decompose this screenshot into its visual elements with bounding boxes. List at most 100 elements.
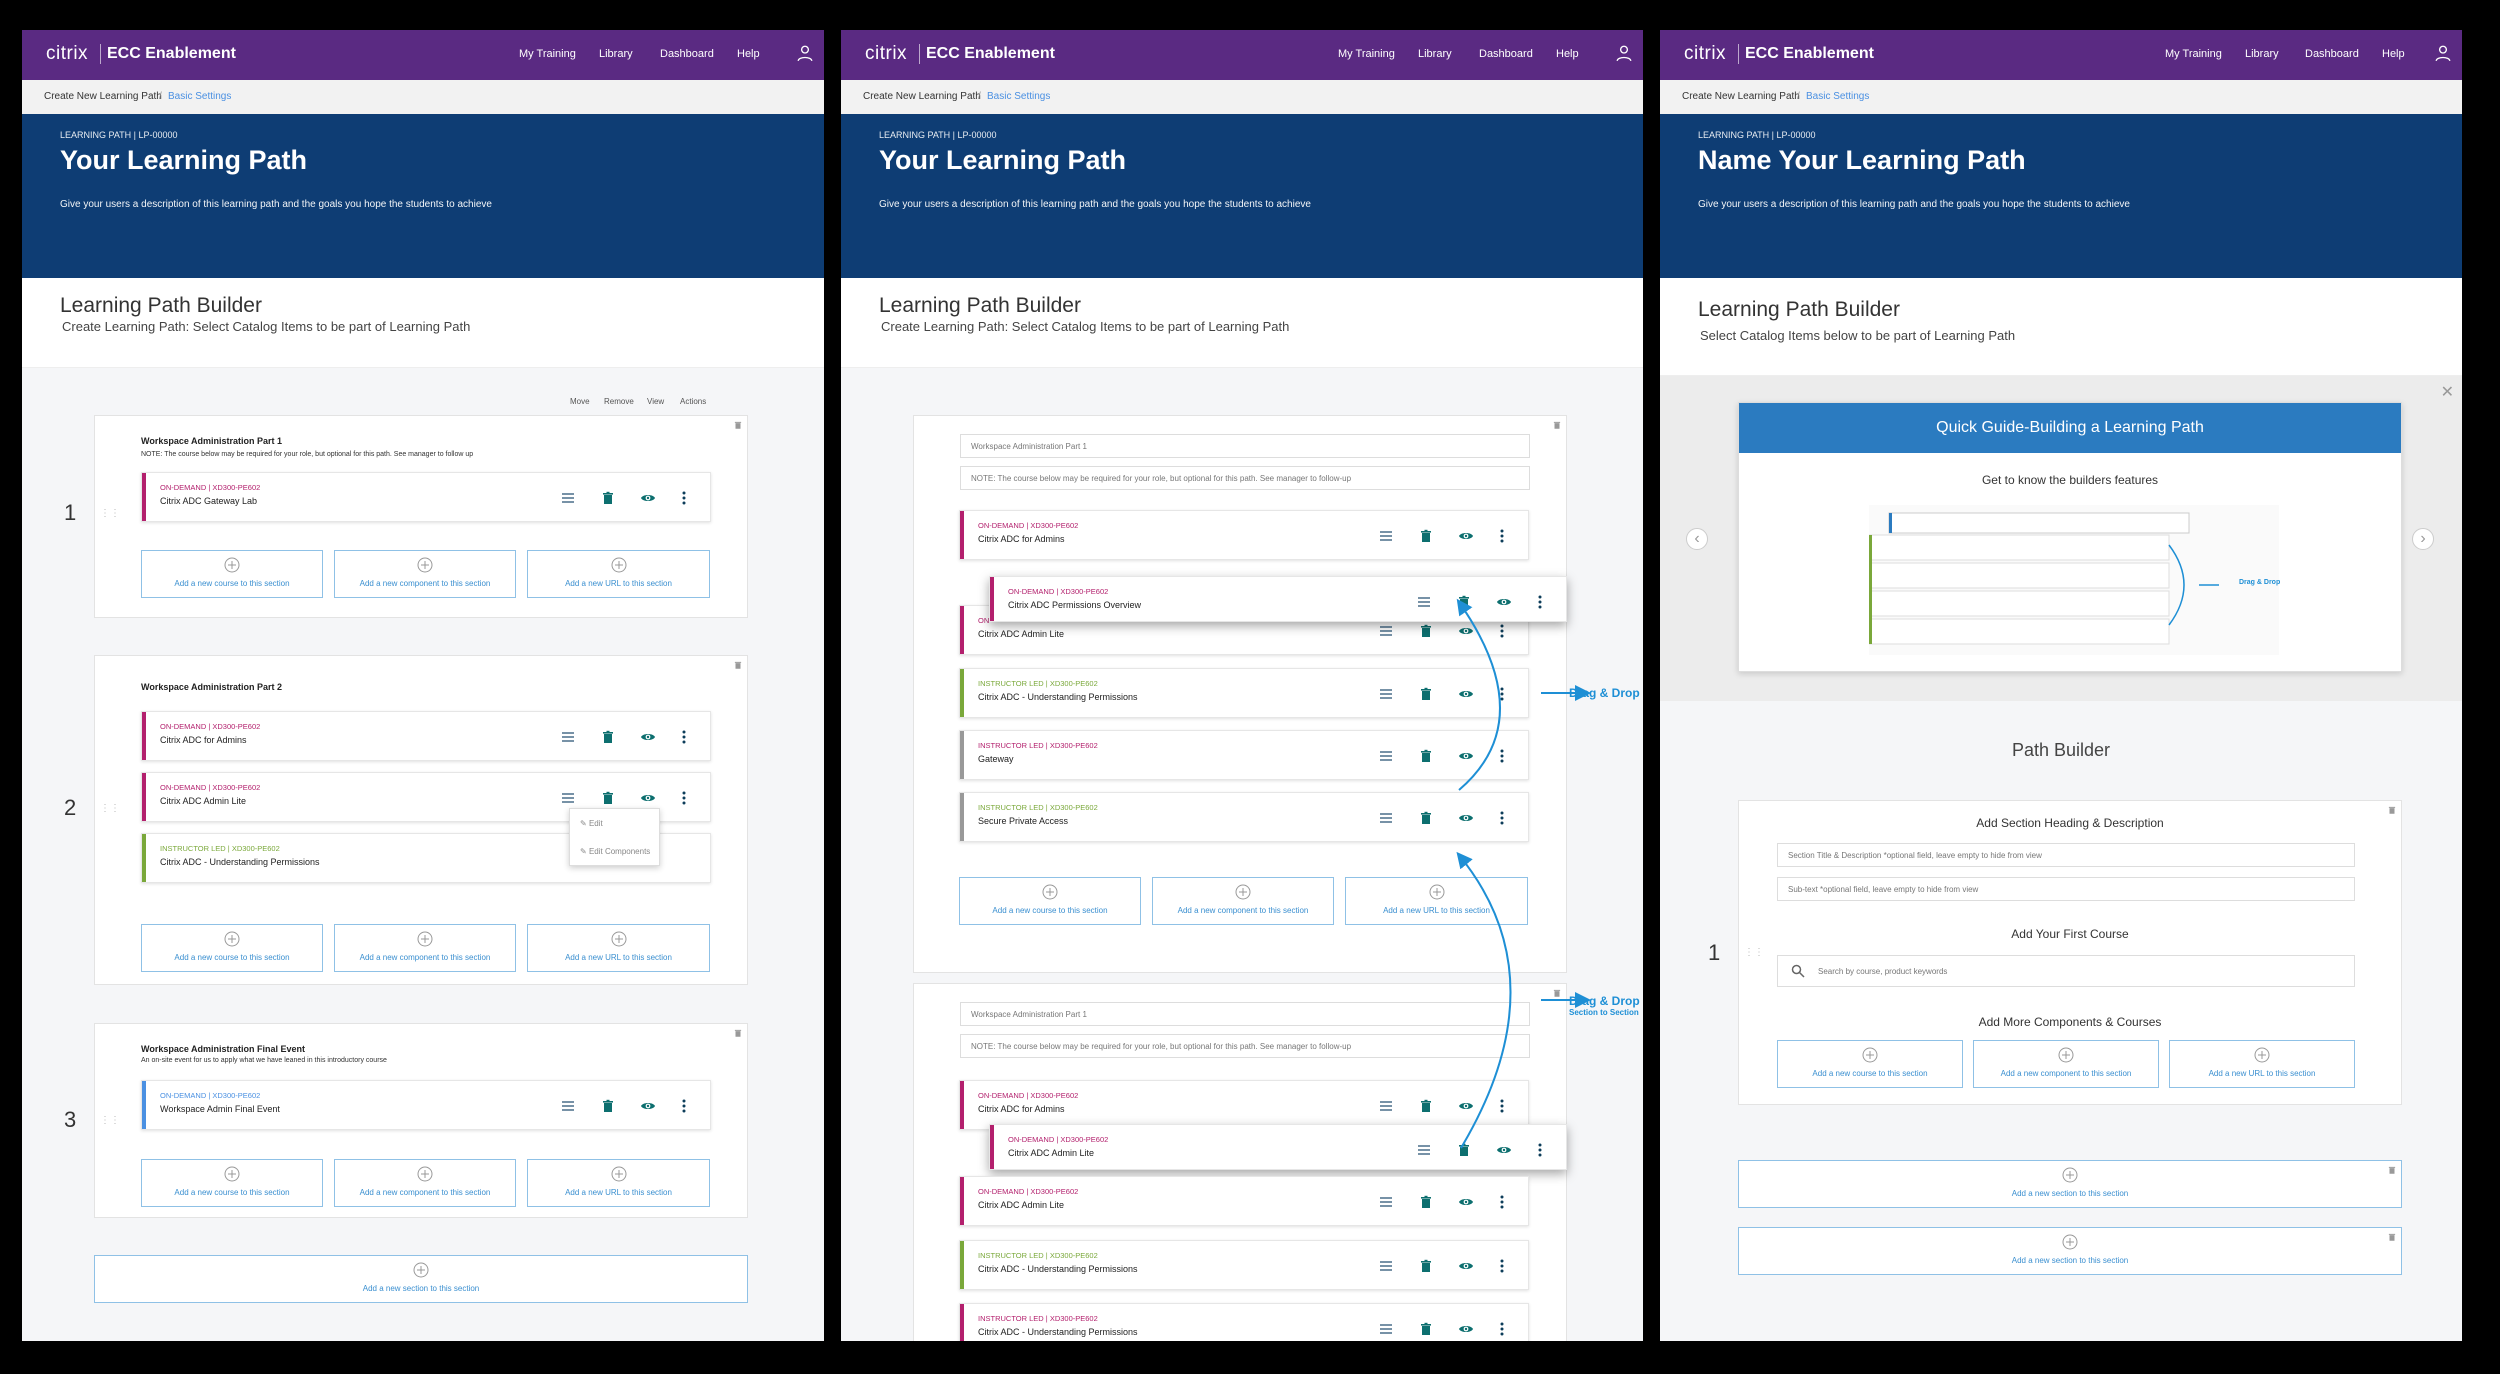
search-icon: [1791, 964, 1805, 978]
drag-handle-icon[interactable]: ⋮⋮: [100, 803, 120, 814]
citrix-logo[interactable]: citrix: [46, 43, 88, 65]
delete-section-icon[interactable]: [2387, 1165, 2397, 1175]
plus-icon: [2058, 1047, 2074, 1063]
quick-guide-card: Quick Guide-Building a Learning Path Get…: [1738, 402, 2402, 672]
course-title: Workspace Admin Final Event: [160, 1104, 280, 1114]
section-1: Workspace Administration Part 1 NOTE: Th…: [94, 415, 748, 618]
card-actions: [561, 791, 686, 805]
nav-library[interactable]: Library: [599, 48, 633, 60]
course-title: Citrix ADC Admin Lite: [160, 796, 247, 806]
type-bar: [142, 473, 146, 521]
search-placeholder: Search by course, product keywords: [1818, 967, 1948, 976]
add-course-button[interactable]: Add a new course to this section: [141, 924, 323, 972]
drag-handle-icon[interactable]: ⋮⋮: [100, 508, 120, 519]
add-component-button[interactable]: Add a new component to this section: [334, 924, 516, 972]
section-title: Workspace Administration Part 2: [141, 682, 283, 692]
nav-dashboard[interactable]: Dashboard: [2305, 48, 2359, 60]
add-course-button[interactable]: Add a new course to this section: [141, 550, 323, 598]
add-component-label: Add a new component to this section: [359, 953, 491, 962]
add-url-label: Add a new URL to this section: [565, 1188, 672, 1197]
page-description: Give your users a description of this le…: [60, 199, 492, 210]
top-nav: citrix ECC Enablement My Training Librar…: [1660, 30, 2462, 80]
delete-section-icon[interactable]: [733, 420, 743, 430]
delete-section-icon[interactable]: [733, 660, 743, 670]
brand-name[interactable]: ECC Enablement: [1745, 45, 1874, 63]
add-section-button[interactable]: Add a new section to this section: [94, 1255, 748, 1303]
breadcrumb-basic-settings[interactable]: Basic Settings: [1806, 91, 1869, 102]
hero-banner: LEARNING PATH | LP-00000 Name Your Learn…: [1660, 114, 2462, 278]
section-title: Workspace Administration Final Event: [141, 1044, 306, 1054]
section-1: Add Section Heading & Description Sectio…: [1738, 800, 2402, 1105]
menu-item-edit-components[interactable]: ✎ Edit Components: [580, 847, 650, 856]
drag-handle-icon[interactable]: ⋮⋮: [1744, 947, 1764, 958]
course-card[interactable]: ON-DEMAND | XD300-PE602 Workspace Admin …: [141, 1080, 711, 1130]
plus-icon: [417, 1166, 433, 1182]
nav-my-training[interactable]: My Training: [2165, 48, 2222, 60]
nav-help[interactable]: Help: [737, 48, 760, 60]
course-title: Citrix ADC for Admins: [160, 735, 247, 745]
course-code: ON-DEMAND | XD300-PE602: [160, 1091, 261, 1100]
builder-title: Learning Path Builder: [60, 294, 262, 317]
plus-icon: [417, 931, 433, 947]
add-url-button[interactable]: Add a new URL to this section: [527, 550, 710, 598]
delete-section-icon[interactable]: [2387, 805, 2397, 815]
course-card[interactable]: ON-DEMAND | XD300-PE602 Citrix ADC for A…: [141, 711, 711, 761]
add-component-button[interactable]: Add a new component to this section: [334, 550, 516, 598]
plus-icon: [2062, 1167, 2078, 1183]
builder-title: Learning Path Builder: [1698, 298, 1900, 321]
path-id: LEARNING PATH | LP-00000: [60, 130, 178, 140]
delete-section-icon[interactable]: [2387, 1232, 2397, 1242]
section-3: Workspace Administration Final Event An …: [94, 1023, 748, 1218]
course-title: Citrix ADC Gateway Lab: [160, 496, 258, 506]
brand-name[interactable]: ECC Enablement: [107, 45, 236, 63]
delete-section-icon[interactable]: [733, 1028, 743, 1038]
user-icon[interactable]: [796, 44, 814, 62]
add-section-label: Add a new section to this section: [362, 1284, 480, 1293]
plus-icon: [224, 1166, 240, 1182]
section-title-input[interactable]: Section Title & Description *optional fi…: [1777, 843, 2355, 867]
page-title: Name Your Learning Path: [1698, 145, 2026, 175]
card-actions-menu: ✎ Edit ✎ Edit Components: [569, 808, 660, 866]
menu-item-edit[interactable]: ✎ Edit: [580, 819, 603, 828]
add-url-button[interactable]: Add a new URL to this section: [527, 1159, 710, 1207]
breadcrumb: Create New Learning Path / Basic Setting…: [22, 80, 824, 114]
breadcrumb-separator: /: [159, 91, 162, 102]
add-url-label: Add a new URL to this section: [2208, 1069, 2316, 1078]
drag-handle-icon[interactable]: ⋮⋮: [100, 1115, 120, 1126]
nav-library[interactable]: Library: [2245, 48, 2279, 60]
legend-remove: Remove: [604, 397, 634, 406]
close-icon[interactable]: ✕: [2441, 382, 2454, 402]
nav-dashboard[interactable]: Dashboard: [660, 48, 714, 60]
breadcrumb-create[interactable]: Create New Learning Path: [44, 91, 162, 102]
breadcrumb-create[interactable]: Create New Learning Path: [1682, 91, 1800, 102]
add-course-label: Add a new course to this section: [174, 579, 290, 588]
hero-banner: LEARNING PATH | LP-00000 Your Learning P…: [22, 114, 824, 278]
add-component-button[interactable]: Add a new component to this section: [1973, 1040, 2159, 1088]
drag-drop-sublabel: Section to Section: [1569, 1008, 1639, 1017]
add-course-button[interactable]: Add a new course to this section: [1777, 1040, 1963, 1088]
course-search-input[interactable]: Search by course, product keywords: [1777, 955, 2355, 987]
add-url-button[interactable]: Add a new URL to this section: [527, 924, 710, 972]
next-slide-icon[interactable]: ›: [2412, 528, 2434, 550]
course-code: INSTRUCTOR LED | XD300-PE602: [160, 844, 280, 853]
plus-icon: [417, 557, 433, 573]
prev-slide-icon[interactable]: ‹: [1686, 528, 1708, 550]
add-section-button[interactable]: Add a new section to this section: [1738, 1227, 2402, 1275]
add-component-button[interactable]: Add a new component to this section: [334, 1159, 516, 1207]
guide-illustration: [1869, 505, 2279, 655]
add-section-button[interactable]: Add a new section to this section: [1738, 1160, 2402, 1208]
section-title: Workspace Administration Part 1: [141, 436, 283, 446]
user-icon[interactable]: [2434, 44, 2452, 62]
add-course-button[interactable]: Add a new course to this section: [141, 1159, 323, 1207]
breadcrumb: Create New Learning Path / Basic Setting…: [1660, 80, 2462, 114]
builder-subtitle: Select Catalog Items below to be part of…: [1700, 328, 2016, 343]
course-card[interactable]: ON-DEMAND | XD300-PE602 Citrix ADC Gatew…: [141, 472, 711, 522]
nav-help[interactable]: Help: [2382, 48, 2405, 60]
add-url-button[interactable]: Add a new URL to this section: [2169, 1040, 2355, 1088]
legend-move: Move: [570, 397, 590, 406]
add-course-label: Add a new course to this section: [174, 1188, 290, 1197]
nav-my-training[interactable]: My Training: [519, 48, 576, 60]
citrix-logo[interactable]: citrix: [1684, 43, 1726, 65]
breadcrumb-basic-settings[interactable]: Basic Settings: [168, 91, 231, 102]
subtext-input[interactable]: Sub-text *optional field, leave empty to…: [1777, 877, 2355, 901]
